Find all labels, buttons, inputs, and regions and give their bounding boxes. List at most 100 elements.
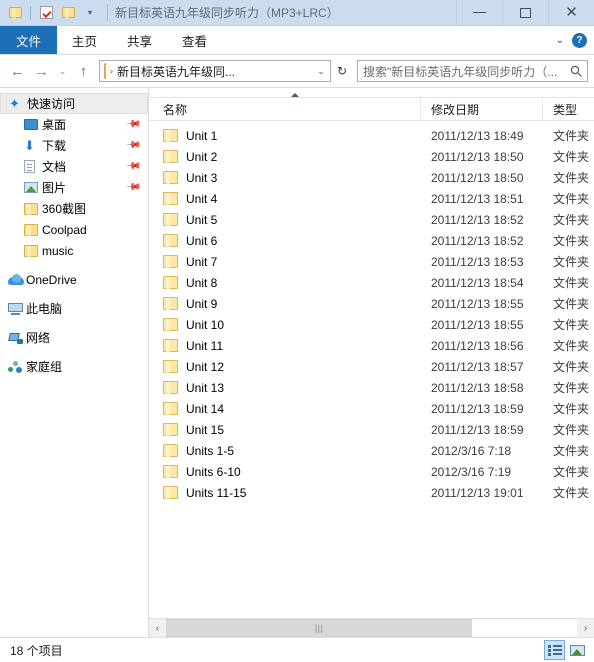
- help-icon[interactable]: ?: [572, 32, 587, 48]
- file-name-cell[interactable]: Unit 10: [149, 314, 421, 335]
- maximize-icon: [520, 7, 531, 18]
- type-cell: 文件夹: [553, 402, 590, 416]
- file-name-cell[interactable]: Unit 6: [149, 230, 421, 251]
- file-name-cell[interactable]: Unit 1: [149, 125, 421, 146]
- sidebar-item-this-pc[interactable]: 此电脑: [0, 298, 148, 319]
- customize-caret-icon[interactable]: ▾: [80, 3, 100, 23]
- scrollbar-thumb[interactable]: |||: [166, 619, 473, 637]
- file-name-cell[interactable]: Unit 12: [149, 356, 421, 377]
- close-icon: ✕: [565, 3, 578, 21]
- folder-icon: [163, 402, 178, 416]
- details-view-button[interactable]: [544, 640, 565, 660]
- file-name-cell[interactable]: Unit 7: [149, 251, 421, 272]
- sidebar-item-documents[interactable]: 文档 📌: [0, 156, 148, 177]
- table-row[interactable]: Unit 1 2011/12/13 18:49 文件夹: [149, 125, 594, 146]
- large-icons-view-icon: [570, 644, 585, 656]
- file-name-label: Unit 5: [186, 212, 218, 227]
- sidebar-item-coolpad[interactable]: Coolpad: [0, 219, 148, 240]
- sidebar-item-network[interactable]: 网络: [0, 327, 148, 348]
- file-name-cell[interactable]: Unit 14: [149, 398, 421, 419]
- sidebar-item-360screenshots[interactable]: 360截图: [0, 198, 148, 219]
- type-cell: 文件夹: [553, 318, 590, 332]
- sidebar-item-homegroup[interactable]: 家庭组: [0, 356, 148, 377]
- table-row[interactable]: Unit 8 2011/12/13 18:54 文件夹: [149, 272, 594, 293]
- close-button[interactable]: ✕: [548, 0, 594, 25]
- breadcrumb[interactable]: 新目标英语九年级同...: [117, 63, 312, 80]
- minimize-button[interactable]: [456, 0, 502, 25]
- file-name-cell[interactable]: Unit 2: [149, 146, 421, 167]
- customize-caret-glyph: ▾: [87, 7, 92, 17]
- refresh-icon[interactable]: ↻: [332, 64, 352, 78]
- document-icon: [24, 160, 42, 173]
- chevron-down-icon[interactable]: ⌄: [556, 35, 564, 46]
- search-box[interactable]: 搜索"新目标英语九年级同步听力（...: [357, 60, 588, 82]
- table-row[interactable]: Unit 5 2011/12/13 18:52 文件夹: [149, 209, 594, 230]
- sidebar-item-onedrive[interactable]: OneDrive: [0, 269, 148, 290]
- back-button[interactable]: ←: [6, 59, 29, 83]
- table-row[interactable]: Unit 12 2011/12/13 18:57 文件夹: [149, 356, 594, 377]
- search-input[interactable]: 搜索"新目标英语九年级同步听力（...: [358, 63, 565, 80]
- sidebar-item-quick-access[interactable]: ✦ 快速访问: [0, 93, 148, 114]
- up-button[interactable]: ↑: [72, 59, 95, 83]
- properties-icon[interactable]: [36, 3, 56, 23]
- tab-file[interactable]: 文件: [0, 26, 58, 54]
- forward-button[interactable]: →: [30, 59, 53, 83]
- file-name-cell[interactable]: Units 1-5: [149, 440, 421, 461]
- column-header-date-modified[interactable]: 修改日期: [421, 98, 543, 120]
- tab-view[interactable]: 查看: [167, 26, 222, 54]
- table-row[interactable]: Unit 15 2011/12/13 18:59 文件夹: [149, 419, 594, 440]
- pin-icon[interactable]: 📌: [124, 158, 141, 175]
- table-row[interactable]: Unit 2 2011/12/13 18:50 文件夹: [149, 146, 594, 167]
- sidebar-item-pictures[interactable]: 图片 📌: [0, 177, 148, 198]
- file-name-cell[interactable]: Unit 15: [149, 419, 421, 440]
- folder-icon[interactable]: [5, 3, 25, 23]
- table-row[interactable]: Unit 14 2011/12/13 18:59 文件夹: [149, 398, 594, 419]
- table-row[interactable]: Units 11-15 2011/12/13 19:01 文件夹: [149, 482, 594, 503]
- sidebar-item-music[interactable]: music: [0, 240, 148, 261]
- new-folder-icon[interactable]: [58, 3, 78, 23]
- table-row[interactable]: Unit 7 2011/12/13 18:53 文件夹: [149, 251, 594, 272]
- tab-share[interactable]: 共享: [112, 26, 167, 54]
- file-name-cell[interactable]: Unit 5: [149, 209, 421, 230]
- table-row[interactable]: Unit 6 2011/12/13 18:52 文件夹: [149, 230, 594, 251]
- recent-locations-button[interactable]: ⌄: [54, 59, 71, 83]
- maximize-button[interactable]: [502, 0, 548, 25]
- file-name-cell[interactable]: Unit 8: [149, 272, 421, 293]
- scroll-right-button[interactable]: ›: [577, 619, 594, 637]
- file-name-cell[interactable]: Unit 9: [149, 293, 421, 314]
- table-row[interactable]: Unit 9 2011/12/13 18:55 文件夹: [149, 293, 594, 314]
- address-input[interactable]: › 新目标英语九年级同... ⌄: [99, 60, 331, 82]
- table-row[interactable]: Units 6-10 2012/3/16 7:19 文件夹: [149, 461, 594, 482]
- cloud-icon: [8, 274, 26, 285]
- address-dropdown-icon[interactable]: ⌄: [312, 66, 330, 77]
- large-icons-view-button[interactable]: [567, 640, 588, 660]
- table-row[interactable]: Unit 3 2011/12/13 18:50 文件夹: [149, 167, 594, 188]
- file-name-cell[interactable]: Unit 11: [149, 335, 421, 356]
- table-row[interactable]: Units 1-5 2012/3/16 7:18 文件夹: [149, 440, 594, 461]
- scroll-left-button[interactable]: ‹: [149, 619, 166, 637]
- column-header-name[interactable]: 名称: [149, 98, 421, 120]
- folder-icon: [163, 276, 178, 290]
- table-row[interactable]: Unit 13 2011/12/13 18:58 文件夹: [149, 377, 594, 398]
- sidebar-item-downloads[interactable]: ⬇ 下载 📌: [0, 135, 148, 156]
- horizontal-scrollbar[interactable]: ‹ ||| ›: [149, 618, 594, 637]
- file-name-label: Unit 10: [186, 317, 225, 332]
- sidebar-item-desktop[interactable]: 桌面 📌: [0, 114, 148, 135]
- file-name-cell[interactable]: Unit 3: [149, 167, 421, 188]
- file-name-cell[interactable]: Units 6-10: [149, 461, 421, 482]
- file-name-cell[interactable]: Unit 13: [149, 377, 421, 398]
- pictures-icon: [24, 182, 42, 193]
- file-name-cell[interactable]: Units 11-15: [149, 482, 421, 503]
- pin-icon[interactable]: 📌: [124, 179, 141, 196]
- pin-icon[interactable]: 📌: [124, 137, 141, 154]
- scrollbar-track[interactable]: |||: [166, 619, 577, 637]
- table-row[interactable]: Unit 11 2011/12/13 18:56 文件夹: [149, 335, 594, 356]
- pin-icon[interactable]: 📌: [124, 116, 141, 133]
- column-header-type[interactable]: 类型: [543, 98, 594, 120]
- table-row[interactable]: Unit 4 2011/12/13 18:51 文件夹: [149, 188, 594, 209]
- file-name-cell[interactable]: Unit 4: [149, 188, 421, 209]
- folder-icon: [24, 244, 42, 258]
- tab-home[interactable]: 主页: [57, 26, 112, 54]
- toolbar-divider: [30, 5, 31, 20]
- table-row[interactable]: Unit 10 2011/12/13 18:55 文件夹: [149, 314, 594, 335]
